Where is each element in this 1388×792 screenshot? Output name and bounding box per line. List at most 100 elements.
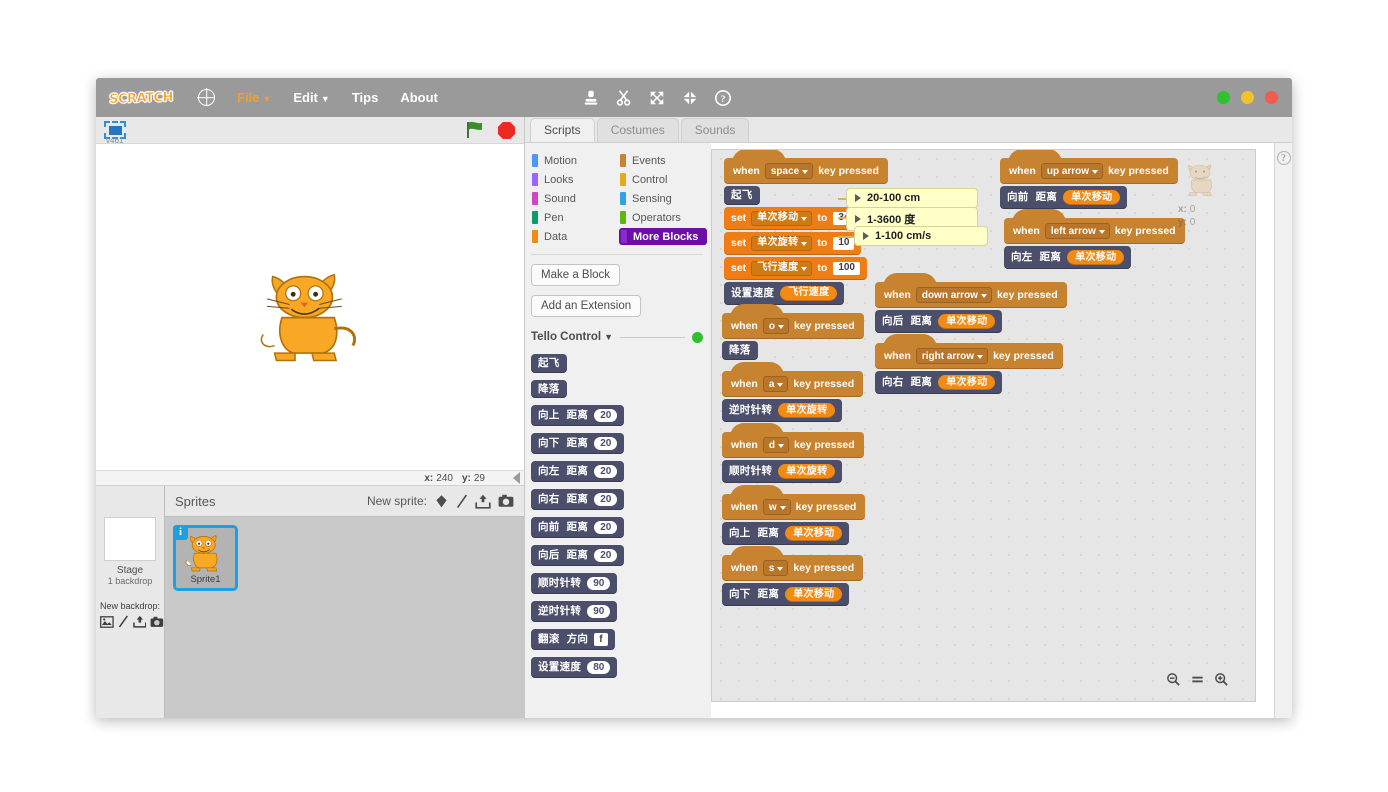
comment-bubble-0[interactable]: 20-100 cm	[846, 188, 978, 208]
library-icon[interactable]	[434, 494, 449, 509]
palette-block-value[interactable]: 20	[594, 493, 618, 506]
palette-block-2[interactable]: 向上 距离 20	[531, 405, 625, 426]
stage-thumbnail[interactable]	[104, 517, 156, 561]
stage-selector[interactable]: Stage 1 backdrop New backdrop:	[96, 486, 165, 718]
key-dropdown[interactable]: left arrow	[1044, 223, 1110, 239]
variable-dropdown[interactable]: 飞行速度	[751, 260, 813, 276]
picture-icon[interactable]	[100, 615, 114, 628]
hat-block-when-key-pressed[interactable]: when o key pressed	[722, 304, 864, 339]
help-icon[interactable]: ?	[714, 89, 732, 107]
extension-name[interactable]: Tello Control ▼	[531, 331, 613, 343]
category-sound[interactable]: Sound	[531, 190, 619, 207]
hat-block-when-key-pressed[interactable]: when d key pressed	[722, 423, 864, 458]
camera-icon[interactable]	[498, 494, 514, 508]
key-dropdown[interactable]: space	[764, 163, 814, 179]
palette-block-3[interactable]: 向下 距离 20	[531, 433, 625, 454]
block-drone-action[interactable]: 顺时针转 单次旋转	[722, 460, 843, 483]
globe-icon[interactable]	[198, 89, 215, 106]
tab-sounds[interactable]: Sounds	[680, 118, 750, 142]
variable-reporter[interactable]: 单次移动	[938, 314, 996, 329]
hat-block-when-key-pressed[interactable]: when s key pressed	[722, 546, 864, 581]
green-flag-icon[interactable]	[465, 121, 485, 139]
category-data[interactable]: Data	[531, 228, 619, 245]
script-key-right-arrow[interactable]: when right arrow key pressed 向右 距离 单次移动	[875, 334, 1063, 394]
key-dropdown[interactable]: w	[762, 499, 791, 515]
category-operators[interactable]: Operators	[619, 209, 707, 226]
palette-block-4[interactable]: 向左 距离 20	[531, 461, 625, 482]
scissors-icon[interactable]	[615, 89, 633, 107]
block-set-variable[interactable]: set 单次旋转 to 10	[724, 231, 862, 255]
variable-value-input[interactable]: 10	[833, 236, 855, 250]
comment-expand-icon[interactable]	[863, 232, 869, 240]
block-drone-action[interactable]: 向后 距离 单次移动	[875, 310, 1003, 333]
variable-reporter[interactable]: 单次旋转	[778, 403, 836, 418]
script-key-left-arrow[interactable]: when left arrow key pressed 向左 距离 单次移动	[1004, 209, 1185, 269]
variable-reporter[interactable]: 单次移动	[785, 526, 843, 541]
stamp-icon[interactable]	[582, 89, 600, 107]
hat-block-when-key-pressed[interactable]: when up arrow key pressed	[1000, 150, 1178, 184]
comment-expand-icon[interactable]	[855, 194, 861, 202]
shrink-icon[interactable]	[681, 89, 699, 107]
add-an-extension-button[interactable]: Add an Extension	[531, 295, 642, 317]
palette-block-9[interactable]: 逆时针转 90	[531, 601, 618, 622]
palette-block-6[interactable]: 向前 距离 20	[531, 517, 625, 538]
zoom-out-icon[interactable]	[1166, 672, 1181, 687]
block-drone-action[interactable]: 降落	[722, 341, 758, 360]
variable-reporter[interactable]: 单次移动	[1067, 250, 1125, 265]
category-more-blocks[interactable]: More Blocks	[619, 228, 707, 245]
variable-reporter[interactable]: 单次移动	[938, 375, 996, 390]
variable-reporter[interactable]: 单次移动	[785, 587, 843, 602]
category-control[interactable]: Control	[619, 171, 707, 188]
camera-icon[interactable]	[150, 616, 164, 628]
stop-sign-icon[interactable]	[497, 121, 516, 140]
script-key-up-arrow[interactable]: when up arrow key pressed 向前 距离 单次移动	[1000, 150, 1178, 209]
palette-block-value[interactable]: 90	[587, 605, 611, 618]
comment-bubble-2[interactable]: 1-100 cm/s	[854, 226, 988, 246]
paint-icon[interactable]	[456, 494, 468, 509]
key-dropdown[interactable]: up arrow	[1040, 163, 1104, 179]
variable-reporter[interactable]: 单次旋转	[778, 464, 836, 479]
sprite-info-badge[interactable]: i	[173, 525, 188, 540]
make-a-block-button[interactable]: Make a Block	[531, 264, 621, 286]
variable-flight-speed[interactable]: 飞行速度	[780, 285, 838, 301]
hat-block-when-key-pressed[interactable]: when a key pressed	[722, 362, 864, 397]
palette-block-7[interactable]: 向后 距离 20	[531, 545, 625, 566]
key-dropdown[interactable]: down arrow	[915, 287, 992, 303]
variable-dropdown[interactable]: 单次旋转	[751, 235, 813, 251]
hat-block-when-key-pressed[interactable]: when down arrow key pressed	[875, 273, 1067, 308]
scratch-logo[interactable]: SCRATCH	[108, 86, 174, 108]
grow-icon[interactable]	[648, 89, 666, 107]
key-dropdown[interactable]: a	[762, 376, 789, 392]
menu-tips[interactable]: Tips	[352, 90, 379, 105]
palette-block-11[interactable]: 设置速度 80	[531, 657, 618, 678]
block-set-speed[interactable]: 设置速度 飞行速度	[724, 281, 845, 305]
zoom-reset-icon[interactable]	[1190, 672, 1205, 687]
key-dropdown[interactable]: o	[762, 318, 789, 334]
tab-costumes[interactable]: Costumes	[596, 118, 679, 142]
variable-reporter[interactable]: 单次移动	[1063, 190, 1121, 205]
key-dropdown[interactable]: s	[762, 560, 789, 576]
script-key-d[interactable]: when d key pressed 顺时针转 单次旋转	[722, 423, 864, 483]
hat-block-when-space[interactable]: when space key pressed	[724, 150, 888, 184]
palette-block-8[interactable]: 顺时针转 90	[531, 573, 618, 594]
block-drone-action[interactable]: 逆时针转 单次旋转	[722, 399, 843, 422]
window-close-button[interactable]	[1265, 91, 1278, 104]
palette-block-5[interactable]: 向右 距离 20	[531, 489, 625, 510]
tab-scripts[interactable]: Scripts	[530, 118, 595, 142]
block-drone-action[interactable]: 向上 距离 单次移动	[722, 522, 850, 545]
hat-block-when-key-pressed[interactable]: when right arrow key pressed	[875, 334, 1063, 369]
category-sensing[interactable]: Sensing	[619, 190, 707, 207]
menu-edit[interactable]: Edit ▼	[293, 90, 329, 105]
palette-block-value[interactable]: 80	[587, 661, 611, 674]
category-looks[interactable]: Looks	[531, 171, 619, 188]
category-events[interactable]: Events	[619, 152, 707, 169]
menu-file[interactable]: File ▼	[237, 90, 271, 105]
palette-block-value[interactable]: 20	[594, 409, 618, 422]
variable-dropdown[interactable]: 单次移动	[751, 210, 813, 226]
menu-about[interactable]: About	[400, 90, 438, 105]
sprite-tile-sprite1[interactable]: i Sprite1	[173, 525, 238, 591]
comment-expand-icon[interactable]	[855, 215, 861, 223]
block-drone-action[interactable]: 向前 距离 单次移动	[1000, 186, 1128, 209]
script-key-a[interactable]: when a key pressed 逆时针转 单次旋转	[722, 362, 864, 422]
script-key-down-arrow[interactable]: when down arrow key pressed 向后 距离 单次移动	[875, 273, 1067, 333]
